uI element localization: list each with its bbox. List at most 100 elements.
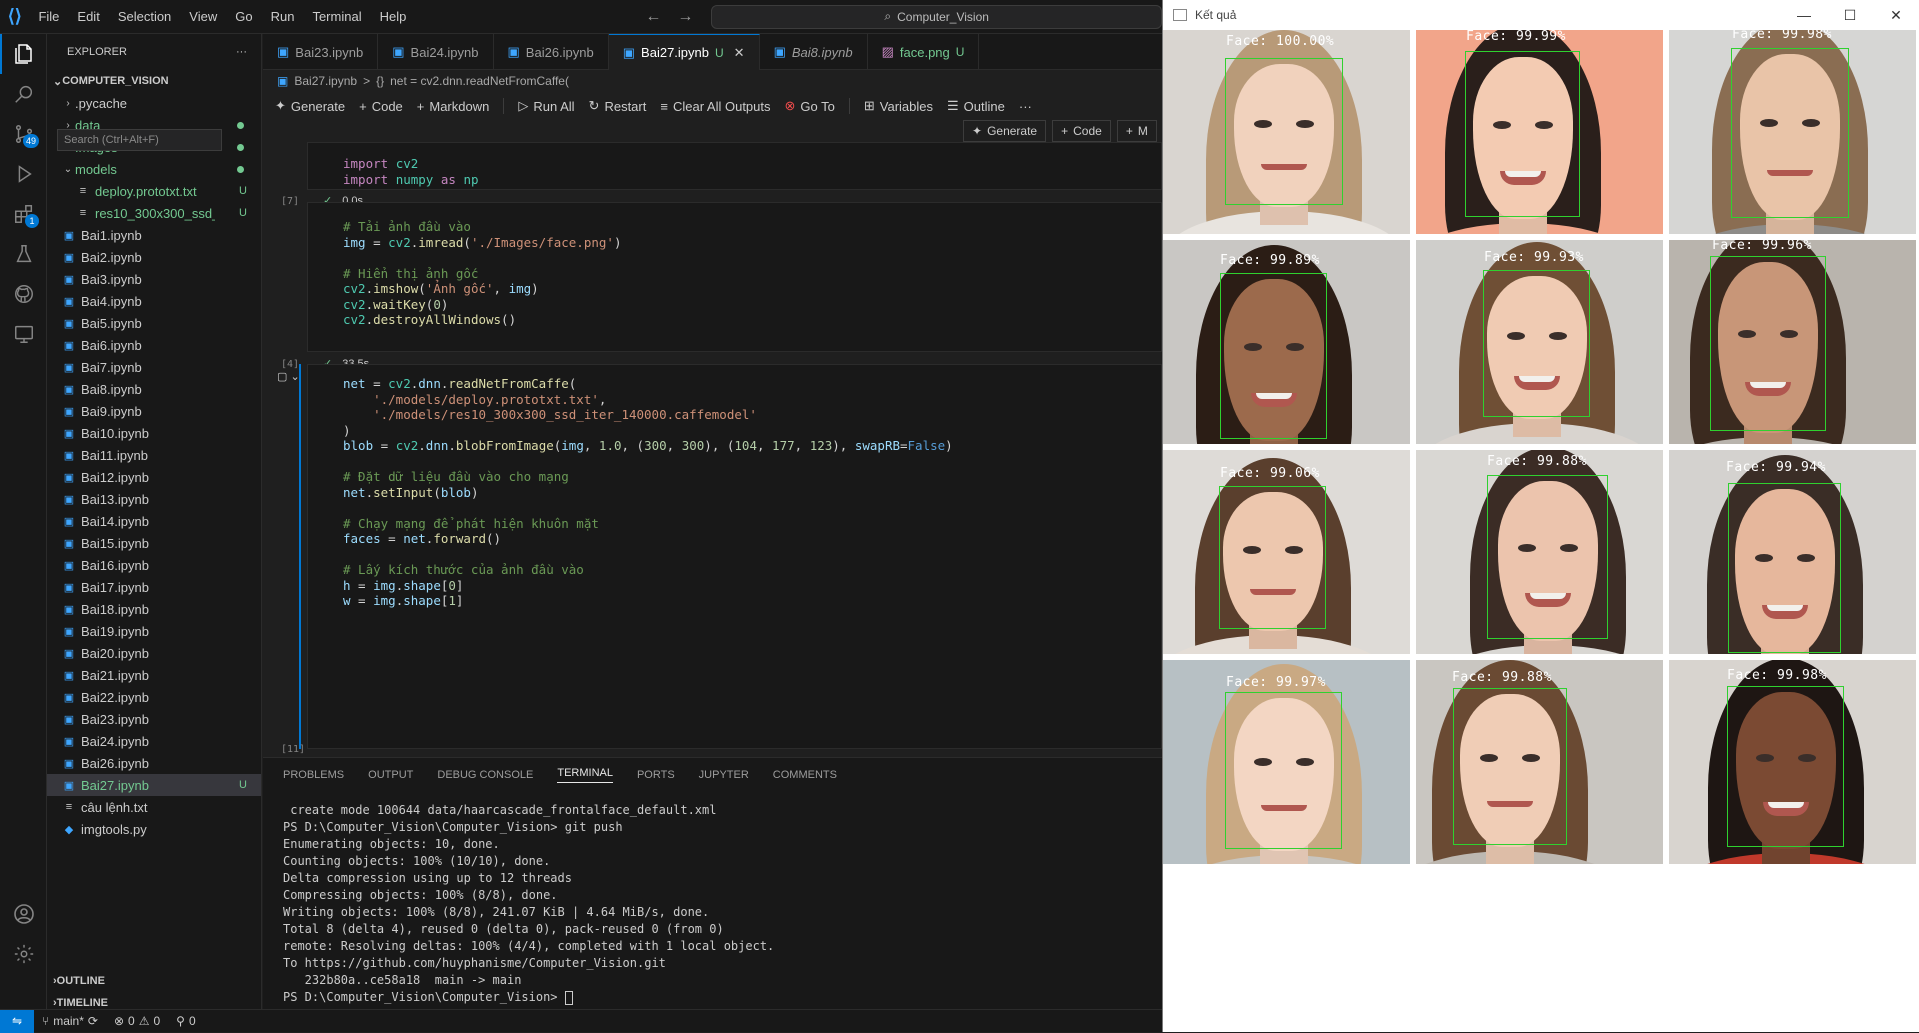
cell-run-checkbox-icon[interactable]: ▢ ⌄ [277,370,300,383]
add-markdown-cell-button[interactable]: + M [1116,120,1157,142]
panel-tab-terminal[interactable]: TERMINAL [557,767,613,783]
menu-selection[interactable]: Selection [109,0,180,34]
tree-item[interactable]: ▣ Bai24.ipynb [47,730,261,752]
ports-count: 0 [188,1014,196,1028]
tree-item[interactable]: ▣ Bai4.ipynb [47,290,261,312]
tree-item[interactable]: ▣ Bai19.ipynb [47,620,261,642]
tree-item[interactable]: › .pycache [47,92,261,114]
tree-item[interactable]: ▣ Bai26.ipynb [47,752,261,774]
add-markdown-button[interactable]: + Markdown [417,99,490,114]
tree-item[interactable]: ▣ Bai1.ipynb [47,224,261,246]
tree-item[interactable]: ▣ Bai18.ipynb [47,598,261,620]
editor-tab[interactable]: ▣ Bai8.ipynb [760,34,868,70]
workspace-root[interactable]: ⌄ COMPUTER_VISION [47,70,261,92]
menu-help[interactable]: Help [371,0,416,34]
tree-item[interactable]: ≡ res10_300x300_ssd_iter... U [47,202,261,224]
explorer-find-widget[interactable]: Search (Ctrl+Alt+F) [57,129,222,151]
tree-item[interactable]: ⌄ models [47,158,261,180]
testing-flask-icon[interactable] [0,234,47,274]
clear-outputs-button[interactable]: ≡ Clear All Outputs [660,99,770,114]
tree-item[interactable]: ▣ Bai10.ipynb [47,422,261,444]
tree-item[interactable]: ▣ Bai16.ipynb [47,554,261,576]
run-all-button[interactable]: ▷ Run All [518,98,574,114]
more-toolbar-button[interactable]: ··· [1019,99,1032,114]
maximize-icon[interactable]: ☐ [1827,0,1873,30]
code-cell-focused[interactable]: ▢ ⌄ net = cv2.dnn.readNetFromCaffe( './m… [263,364,1162,757]
more-actions-icon[interactable]: ··· [236,46,247,58]
tree-item[interactable]: ≡ câu lệnh.txt [47,796,261,818]
extensions-icon[interactable]: 1 [0,194,47,234]
remote-explorer-icon[interactable] [0,314,47,354]
breadcrumb-symbol[interactable]: net = cv2.dnn.readNetFromCaffe( [390,74,569,88]
tree-item[interactable]: ▣ Bai13.ipynb [47,488,261,510]
menu-edit[interactable]: Edit [68,0,108,34]
github-icon[interactable] [0,274,47,314]
tree-item[interactable]: ▣ Bai5.ipynb [47,312,261,334]
terminal-output[interactable]: create mode 100644 data/haarcascade_fron… [283,802,774,1006]
tree-item[interactable]: ▣ Bai15.ipynb [47,532,261,554]
remote-indicator-icon[interactable]: ⇋ [0,1009,34,1033]
editor-tab[interactable]: ▣ Bai26.ipynb [494,34,609,70]
branch-indicator[interactable]: ⑂ main* ⟳ [34,1014,106,1028]
panel-tab-ports[interactable]: PORTS [637,769,675,781]
add-code-cell-button[interactable]: + Code [1052,120,1111,142]
command-center-search[interactable]: ⌕ Computer_Vision [711,4,1162,29]
editor-tab[interactable]: ▨ face.png U [868,34,980,70]
menu-file[interactable]: File [29,0,68,34]
tree-item[interactable]: ▣ Bai7.ipynb [47,356,261,378]
tree-item[interactable]: ▣ Bai21.ipynb [47,664,261,686]
outline-button[interactable]: ☰ Outline [947,98,1005,114]
close-icon[interactable]: ✕ [734,45,745,61]
tree-item[interactable]: ▣ Bai12.ipynb [47,466,261,488]
search-icon[interactable] [0,74,47,114]
tree-item[interactable]: ▣ Bai9.ipynb [47,400,261,422]
ports-indicator[interactable]: ⚲ 0 [168,1014,203,1028]
tree-item[interactable]: ◆ imgtools.py [47,818,261,840]
code-cell[interactable]: # Tải ảnh đầu vào img = cv2.imread('./Ima… [263,202,1162,370]
panel-tab-output[interactable]: OUTPUT [368,769,413,781]
forward-arrow-icon[interactable]: → [677,8,693,26]
outline-section[interactable]: › OUTLINE [47,970,262,992]
menu-run[interactable]: Run [262,0,304,34]
tree-item[interactable]: ▣ Bai8.ipynb [47,378,261,400]
back-arrow-icon[interactable]: ← [645,8,661,26]
editor-tab[interactable]: ▣ Bai27.ipynb U ✕ [608,34,760,70]
editor-tab[interactable]: ▣ Bai24.ipynb [378,34,494,70]
panel-tab-problems[interactable]: PROBLEMS [283,769,344,781]
detected-face-image: Face: 99.94% [1669,450,1916,654]
tree-item[interactable]: ▣ Bai20.ipynb [47,642,261,664]
menu-go[interactable]: Go [226,0,261,34]
tree-item[interactable]: ▣ Bai6.ipynb [47,334,261,356]
breadcrumb-file[interactable]: Bai27.ipynb [294,74,357,88]
problems-indicator[interactable]: ⊗ 0 ⚠ 0 [106,1014,168,1028]
settings-gear-icon[interactable] [0,934,47,974]
panel-tab-debug-console[interactable]: DEBUG CONSOLE [437,769,533,781]
tree-item[interactable]: ▣ Bai27.ipynb U [47,774,261,796]
tree-item[interactable]: ▣ Bai14.ipynb [47,510,261,532]
generate-button[interactable]: ✦ Generate [275,98,345,114]
tree-item[interactable]: ▣ Bai11.ipynb [47,444,261,466]
tree-item[interactable]: ▣ Bai22.ipynb [47,686,261,708]
account-icon[interactable] [0,894,47,934]
tree-item[interactable]: ▣ Bai17.ipynb [47,576,261,598]
close-icon[interactable]: ✕ [1873,0,1919,30]
restart-button[interactable]: ↻ Restart [589,98,647,114]
editor-tab[interactable]: ▣ Bai23.ipynb [263,34,379,70]
go-to-button[interactable]: ⊗ Go To [785,98,835,114]
menu-view[interactable]: View [180,0,226,34]
tree-item[interactable]: ≡ deploy.prototxt.txt U [47,180,261,202]
code-cell[interactable]: import cv2 import numpy as np [7] ✓ 0.0s [263,142,1162,207]
add-code-button[interactable]: + Code [359,99,403,114]
menu-terminal[interactable]: Terminal [303,0,370,34]
source-control-icon[interactable]: 49 [0,114,47,154]
variables-button[interactable]: ⊞ Variables [864,98,933,114]
tree-item[interactable]: ▣ Bai2.ipynb [47,246,261,268]
tree-item[interactable]: ▣ Bai23.ipynb [47,708,261,730]
tree-item[interactable]: ▣ Bai3.ipynb [47,268,261,290]
generate-cell-button[interactable]: ✦ Generate [963,120,1047,142]
panel-tab-comments[interactable]: COMMENTS [773,769,837,781]
explorer-icon[interactable] [0,34,47,74]
run-debug-icon[interactable] [0,154,47,194]
minimize-icon[interactable]: — [1781,0,1827,30]
panel-tab-jupyter[interactable]: JUPYTER [699,769,749,781]
